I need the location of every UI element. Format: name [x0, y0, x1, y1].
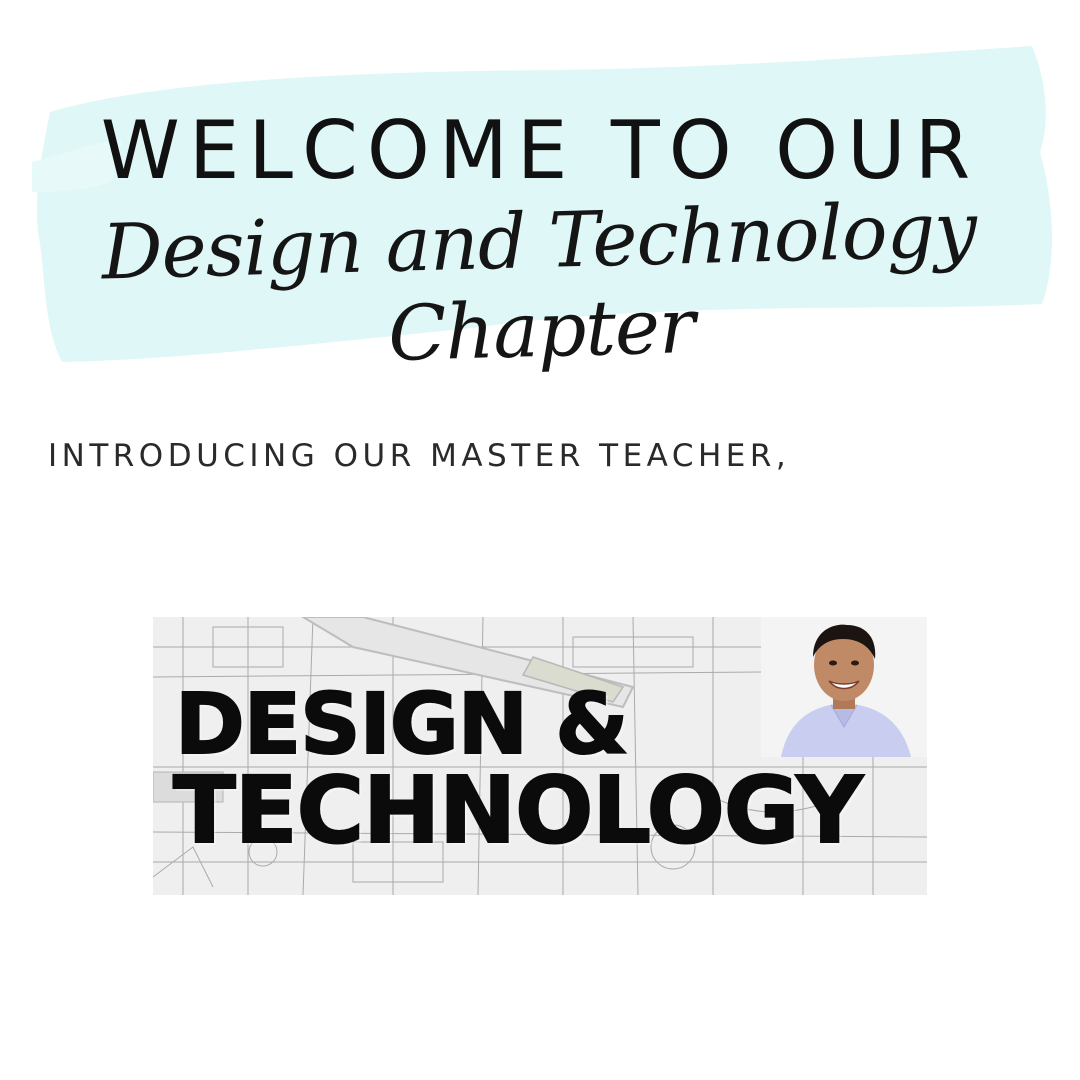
teacher-photo: [761, 617, 927, 757]
banner-technology-text: TECHNOLOGY: [172, 756, 864, 865]
teacher-avatar: [761, 617, 927, 757]
design-technology-banner: DESIGN & TECHNOLOGY: [153, 617, 927, 895]
intro-text: INTRODUCING OUR MASTER TEACHER,: [48, 438, 791, 474]
welcome-heading: WELCOME TO OUR: [100, 104, 980, 197]
chapter-script-title: Design and Technology Chapter: [100, 184, 978, 378]
